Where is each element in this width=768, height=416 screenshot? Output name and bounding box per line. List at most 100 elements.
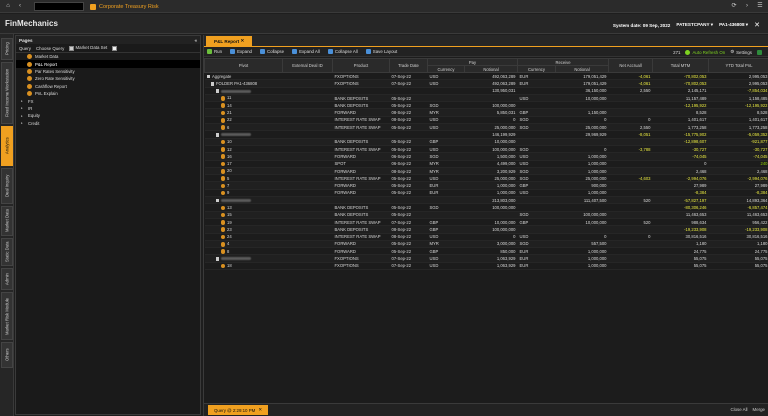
expand-arrow-icon[interactable]: ▸	[21, 99, 25, 103]
table-row[interactable]: 22 INTEREST RATE SWAP 08-Sep-22 USD 0 SGD 0 0 1,…	[204, 116, 768, 125]
close-all-button[interactable]: Close All	[730, 407, 747, 412]
page-item[interactable]: Market Data	[16, 53, 200, 60]
address-bar[interactable]	[34, 2, 84, 11]
table-row[interactable]: Aggregate FXOPTIONS 07-Sep-22 USD 492,063,28…	[204, 72, 768, 81]
page-item[interactable]: ▸ Equity	[16, 112, 200, 119]
expand-toggle-icon[interactable]	[215, 198, 219, 203]
col-pivot[interactable]: Pivot	[204, 58, 283, 73]
expand-toggle-icon[interactable]	[215, 133, 219, 137]
table-row[interactable]: 24 INTEREST RATE SWAP 08-Sep-22 USD 0 USD 0 0 30…	[204, 233, 768, 241]
expand-arrow-icon[interactable]: ▸	[21, 121, 25, 125]
collapse-all-button[interactable]: Collapse All	[327, 49, 358, 54]
nav-tab-3[interactable]: Deal Inquiry	[1, 168, 13, 204]
choose-query-button[interactable]: Choose Query	[36, 46, 64, 51]
col-product[interactable]: Product	[332, 58, 390, 73]
table-row[interactable]: 12 INTEREST RATE SWAP 05-Sep-22 USD 100,000,…	[204, 145, 768, 154]
page-item[interactable]: ▸ IR	[16, 105, 200, 112]
collapse-button[interactable]: Collapse	[259, 49, 284, 54]
table-row[interactable]: 5 INTEREST RATE SWAP 05-Sep-22 USD 25,000,00…	[204, 174, 768, 183]
table-row[interactable]: 20 FORWARD 08-Sep-22 MYR 3,200,929 SGD 1,000,0…	[204, 167, 768, 176]
table-row[interactable]: 10 BANK DEPOSITS 05-Sep-22 GBP 10,000,000 -12…	[204, 138, 768, 146]
nav-tab-7[interactable]: Market Risk Module	[1, 292, 13, 340]
cell-trade-date: 05-Sep-22	[389, 101, 428, 110]
page-item[interactable]: Par Rates Sensitivity	[16, 68, 200, 75]
table-row[interactable]: 9 FORWARD 05-Sep-22 EUR 1,000,000 USD 1,000,00…	[204, 189, 768, 198]
page-item[interactable]: ▸ FX	[16, 97, 200, 104]
table-row[interactable]: 21 FORWARD 08-Sep-22 MYR 5,850,031 GBP 1,150,0…	[204, 108, 768, 117]
table-row[interactable]: 19 INTEREST RATE SWAP 07-Sep-22 GBP 10,000,0…	[204, 218, 768, 227]
col-ytd-total-pnl[interactable]: YTD Total PnL	[708, 58, 768, 73]
col-pay-notional[interactable]: Notional	[464, 65, 518, 73]
home-icon[interactable]: ⌂	[4, 2, 12, 10]
col-receive-notional[interactable]: Notional	[554, 65, 610, 73]
nav-tab-1[interactable]: Fixed Income Workstation	[1, 62, 13, 124]
table-row[interactable]: 14 BANK DEPOSITS 05-Sep-22 SGD 100,000,000 -1…	[204, 101, 768, 110]
col-external-deal-id[interactable]: External Deal ID	[282, 58, 333, 73]
nav-tab-6[interactable]: Admin	[1, 268, 13, 290]
table-row[interactable]: 213,803,000 111,407,500 520 -57,827,197 14,8…	[204, 196, 768, 205]
query-tab[interactable]: Query @ 2:29:10 PM ✕	[208, 405, 268, 415]
col-receive-currency[interactable]: Currency	[517, 65, 556, 73]
col-net-accrual[interactable]: Net Accruall	[608, 58, 654, 73]
expand-toggle-icon[interactable]	[210, 82, 214, 86]
table-row[interactable]: 11 BANK DEPOSITS 05-Sep-22 USD 10,000,000 11,…	[204, 94, 768, 103]
table-row[interactable]: 16 FORWARD 06-Sep-22 SGD 1,500,000 USD 1,000,0…	[204, 152, 768, 161]
save-layout-button[interactable]: Save Layout	[365, 49, 397, 54]
browser-tab[interactable]: Corporate Treasury Risk	[90, 1, 159, 12]
nav-tab-8[interactable]: Others	[1, 342, 13, 368]
expand-toggle-icon[interactable]	[215, 257, 219, 261]
nav-tab-4[interactable]: Market Data	[1, 206, 13, 236]
forward-icon[interactable]: ›	[743, 2, 751, 10]
entity-selector[interactable]: PA1-436808 ▾	[719, 22, 748, 28]
expand-button[interactable]: Expand	[230, 49, 252, 54]
cell-pay-currency: USD	[427, 262, 465, 271]
page-item[interactable]: Cashflow Report	[16, 83, 200, 90]
table-row[interactable]: 8 FORWARD 05-Sep-22 GBP 850,000 EUR 1,000,000 2…	[204, 247, 768, 256]
close-icon[interactable]: ✕	[754, 21, 760, 29]
market-data-set-button[interactable]: Market Data Set	[69, 45, 107, 51]
table-row[interactable]: 146,199,929 29,969,929 -8,051 -15,775,902 -5…	[204, 130, 768, 139]
table-row[interactable]: 7 FORWARD 05-Sep-22 EUR 1,000,000 GBP 900,000 2…	[204, 181, 768, 190]
cell-pivot: 24	[204, 233, 283, 241]
table-row[interactable]: 15 BANK DEPOSITS 05-Sep-22 SGD 100,000,000 11…	[204, 211, 768, 219]
menu-icon[interactable]: ☰	[756, 2, 764, 10]
page-item[interactable]: PnL Explain	[16, 90, 200, 97]
cell-ytd-total-pnl: -2,994,076	[708, 174, 768, 183]
table-row[interactable]: 23 BANK DEPOSITS 08-Sep-22 GBP 100,000,000 -1…	[204, 225, 768, 234]
table-row[interactable]: FOLDER PA1-436808 FXOPTIONS 07-Sep-22 USD 49…	[204, 79, 768, 88]
user-selector[interactable]: PATESTCPANY ▾	[676, 22, 713, 28]
market-data-set-checkbox[interactable]	[112, 45, 118, 51]
expand-arrow-icon[interactable]: ▸	[21, 106, 25, 110]
table-row[interactable]: 6 INTEREST RATE SWAP 05-Sep-22 USD 25,000,00…	[204, 123, 768, 132]
collapse-panel-icon[interactable]: «	[194, 38, 197, 43]
page-item[interactable]: ▸ Credit	[16, 120, 200, 127]
cell-net-accrual	[608, 138, 653, 146]
page-item[interactable]: P&L Report	[16, 60, 200, 68]
nav-tab-2[interactable]: Analytics	[1, 126, 13, 166]
merge-button[interactable]: Merge	[753, 407, 765, 412]
auto-refresh-toggle[interactable]: Auto Refresh On	[685, 49, 725, 55]
expand-toggle-icon[interactable]	[206, 74, 210, 79]
run-button[interactable]: Run	[207, 49, 222, 54]
col-total-mtm[interactable]: Total MTM	[652, 58, 710, 73]
expand-arrow-icon[interactable]: ▸	[21, 114, 25, 118]
expand-toggle-icon[interactable]	[215, 89, 219, 93]
table-row[interactable]: 4 FORWARD 05-Sep-22 MYR 3,000,000 SGD 557,500 1…	[204, 240, 768, 249]
settings-button[interactable]: ⚙ Settings	[730, 49, 752, 55]
table-row[interactable]: 18 FXOPTIONS 07-Sep-22 USD 1,063,929 EUR 1,000…	[204, 262, 768, 271]
table-row[interactable]: FXOPTIONS 07-Sep-22 USD 1,063,929 EUR 1,000,0…	[204, 254, 768, 263]
export-excel-icon[interactable]	[757, 49, 762, 55]
cell-trade-date: 05-Sep-22	[389, 181, 428, 190]
col-trade-date[interactable]: Trade Date	[389, 58, 428, 73]
table-row[interactable]: 17 SPOT 06-Sep-22 MYR 4,499,000 USD 1,000,000 0…	[204, 160, 768, 168]
refresh-icon[interactable]: ⟳	[730, 2, 738, 10]
tab-pl-report[interactable]: P&L Report ✕	[206, 36, 253, 46]
expand-all-button[interactable]: Expand All	[292, 49, 320, 54]
nav-tab-5[interactable]: Static Data	[1, 238, 13, 266]
back-icon[interactable]: ‹	[16, 2, 24, 10]
col-pay-currency[interactable]: Currency	[427, 65, 465, 73]
table-row[interactable]: 13 BANK DEPOSITS 05-Sep-22 SGD 100,000,000 -8…	[204, 203, 768, 212]
nav-tab-0[interactable]: Pricing	[1, 38, 13, 60]
page-item[interactable]: Zero Rate Sensitivity	[16, 75, 200, 82]
table-row[interactable]: 130,950,031 36,150,000 2,550 2,145,171 -7,85…	[204, 87, 768, 95]
